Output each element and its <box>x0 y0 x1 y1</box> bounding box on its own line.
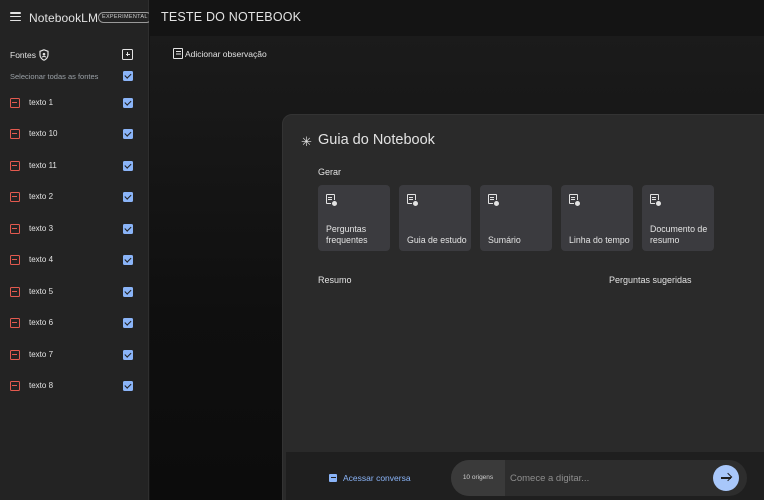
app-header: NotebookLM EXPERIMENTAL <box>0 0 152 36</box>
generate-card-label: Perguntas frequentes <box>326 224 368 245</box>
select-all-checkbox[interactable] <box>123 71 133 81</box>
send-button[interactable] <box>713 465 739 491</box>
add-note-label: Adicionar observação <box>185 49 267 59</box>
source-item[interactable]: texto 10 <box>10 127 135 141</box>
source-document-icon <box>10 318 20 328</box>
source-checkbox[interactable] <box>123 129 133 139</box>
source-checkbox[interactable] <box>123 381 133 391</box>
notebook-title[interactable]: TESTE DO NOTEBOOK <box>161 10 301 24</box>
source-checkbox[interactable] <box>123 161 133 171</box>
shield-icon[interactable] <box>39 49 49 61</box>
generate-card-label: Sumário <box>488 235 521 245</box>
select-all-label: Selecionar todas as fontes <box>10 72 99 81</box>
source-item[interactable]: texto 1 <box>10 96 135 110</box>
source-label: texto 5 <box>29 287 54 296</box>
source-checkbox[interactable] <box>123 224 133 234</box>
source-item[interactable]: texto 3 <box>10 222 135 236</box>
source-label: texto 7 <box>29 350 54 359</box>
open-chat-label: Acessar conversa <box>343 473 411 483</box>
source-checkbox[interactable] <box>123 255 133 265</box>
add-source-button[interactable] <box>122 49 133 60</box>
source-label: texto 3 <box>29 224 54 233</box>
source-checkbox[interactable] <box>123 350 133 360</box>
notebook-header: TESTE DO NOTEBOOK <box>149 0 764 36</box>
source-item[interactable]: texto 4 <box>10 253 135 267</box>
document-icon <box>569 194 581 207</box>
source-checkbox[interactable] <box>123 318 133 328</box>
document-icon <box>650 194 662 207</box>
chat-input[interactable] <box>505 460 705 496</box>
source-document-icon <box>10 129 20 139</box>
source-document-icon <box>10 224 20 234</box>
sources-count-chip[interactable]: 10 origens <box>451 460 505 496</box>
source-document-icon <box>10 192 20 202</box>
source-document-icon <box>10 255 20 265</box>
source-checkbox[interactable] <box>123 98 133 108</box>
generate-card-label: Linha do tempo <box>569 235 630 245</box>
chat-input-container: 10 origens <box>451 460 747 496</box>
source-label: texto 2 <box>29 192 54 201</box>
source-checkbox[interactable] <box>123 287 133 297</box>
source-item[interactable]: texto 11 <box>10 159 135 173</box>
note-icon <box>173 48 183 59</box>
source-label: texto 4 <box>29 255 54 264</box>
source-document-icon <box>10 381 20 391</box>
source-document-icon <box>10 350 20 360</box>
document-icon <box>326 194 338 207</box>
generate-toc-button[interactable]: Sumário <box>480 185 552 251</box>
source-document-icon <box>10 287 20 297</box>
generate-label: Gerar <box>318 167 342 177</box>
source-label: texto 8 <box>29 381 54 390</box>
generate-briefing-doc-button[interactable]: Documento de resumo <box>642 185 714 251</box>
source-item[interactable]: texto 5 <box>10 285 135 299</box>
source-item[interactable]: texto 8 <box>10 379 135 393</box>
chat-icon <box>329 474 337 482</box>
app-logo: NotebookLM <box>29 11 99 25</box>
sources-sidebar: NotebookLM EXPERIMENTAL Fontes Seleciona… <box>0 0 152 500</box>
generate-study-guide-button[interactable]: Guia de estudo <box>399 185 471 251</box>
source-item[interactable]: texto 6 <box>10 316 135 330</box>
notebook-guide-panel: ✳ Guia do Notebook Gerar Perguntas frequ… <box>282 114 764 500</box>
source-document-icon <box>10 98 20 108</box>
chat-bar: Acessar conversa 10 origens <box>286 452 764 500</box>
select-all-row[interactable]: Selecionar todas as fontes <box>10 70 135 82</box>
sparkle-icon: ✳ <box>301 134 312 149</box>
guide-title: Guia do Notebook <box>318 132 435 148</box>
generate-timeline-button[interactable]: Linha do tempo <box>561 185 633 251</box>
source-label: texto 11 <box>29 161 57 170</box>
source-label: texto 10 <box>29 129 58 138</box>
generate-card-label: Guia de estudo <box>407 235 467 245</box>
generate-faq-button[interactable]: Perguntas frequentes <box>318 185 390 251</box>
document-icon <box>407 194 419 207</box>
sources-header: Fontes <box>10 49 138 63</box>
sources-title: Fontes <box>10 50 36 60</box>
suggested-questions-heading: Perguntas sugeridas <box>609 275 692 285</box>
source-document-icon <box>10 161 20 171</box>
experimental-badge: EXPERIMENTAL <box>98 12 152 23</box>
summary-heading: Resumo <box>318 275 352 285</box>
generate-card-label: Documento de resumo <box>650 224 708 245</box>
source-label: texto 1 <box>29 98 54 107</box>
menu-icon[interactable] <box>10 12 21 22</box>
source-item[interactable]: texto 7 <box>10 348 135 362</box>
source-label: texto 6 <box>29 318 54 327</box>
source-checkbox[interactable] <box>123 192 133 202</box>
source-item[interactable]: texto 2 <box>10 190 135 204</box>
document-icon <box>488 194 500 207</box>
